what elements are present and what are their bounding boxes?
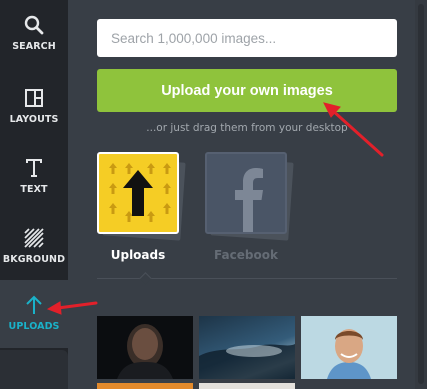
text-icon (23, 157, 45, 179)
drag-hint-text: ...or just drag them from your desktop (146, 122, 348, 134)
source-label: Uploads (110, 248, 166, 262)
sidebar-item-label: LAYOUTS (9, 114, 59, 125)
sidebar-item-label: TEXT (20, 184, 48, 195)
panel-scrollbar[interactable] (415, 0, 427, 389)
sidebar-item-text[interactable]: TEXT (0, 143, 68, 211)
upload-arrow-icon (23, 294, 45, 316)
sidebar-item-search[interactable]: SEARCH (0, 0, 68, 68)
uploads-tile (97, 152, 186, 241)
search-icon (23, 14, 45, 36)
uploaded-image-thumbnail[interactable] (199, 383, 295, 389)
upload-button[interactable]: Upload your own images (97, 69, 397, 112)
uploads-arrows-icon (97, 152, 179, 234)
source-label: Facebook (214, 248, 278, 262)
sidebar-item-background[interactable]: BKGROUND (0, 213, 68, 281)
sidebar-tail (0, 350, 68, 389)
sidebar-item-label: BKGROUND (2, 254, 66, 265)
source-uploads[interactable]: Uploads (97, 152, 186, 262)
search-input[interactable] (97, 19, 397, 57)
uploaded-image-thumbnail[interactable] (97, 316, 193, 379)
scrollbar-thumb[interactable] (418, 4, 424, 384)
sidebar-item-uploads[interactable]: UPLOADS (0, 280, 68, 348)
source-facebook[interactable]: Facebook (205, 152, 294, 262)
uploaded-image-thumbnail[interactable] (199, 316, 295, 379)
sidebar-item-layouts[interactable]: LAYOUTS (0, 73, 68, 141)
sidebar-item-label: SEARCH (12, 41, 56, 52)
layouts-icon (23, 87, 45, 109)
uploaded-image-thumbnail[interactable] (301, 316, 397, 379)
uploaded-image-thumbnail[interactable] (97, 383, 193, 389)
selection-indicator (139, 272, 152, 285)
sidebar: SEARCH LAYOUTS TEXT BKGROUND UPLOADS (0, 0, 68, 389)
background-icon (23, 227, 45, 249)
facebook-icon (205, 152, 287, 234)
sidebar-item-label: UPLOADS (8, 321, 60, 332)
facebook-tile (205, 152, 294, 241)
